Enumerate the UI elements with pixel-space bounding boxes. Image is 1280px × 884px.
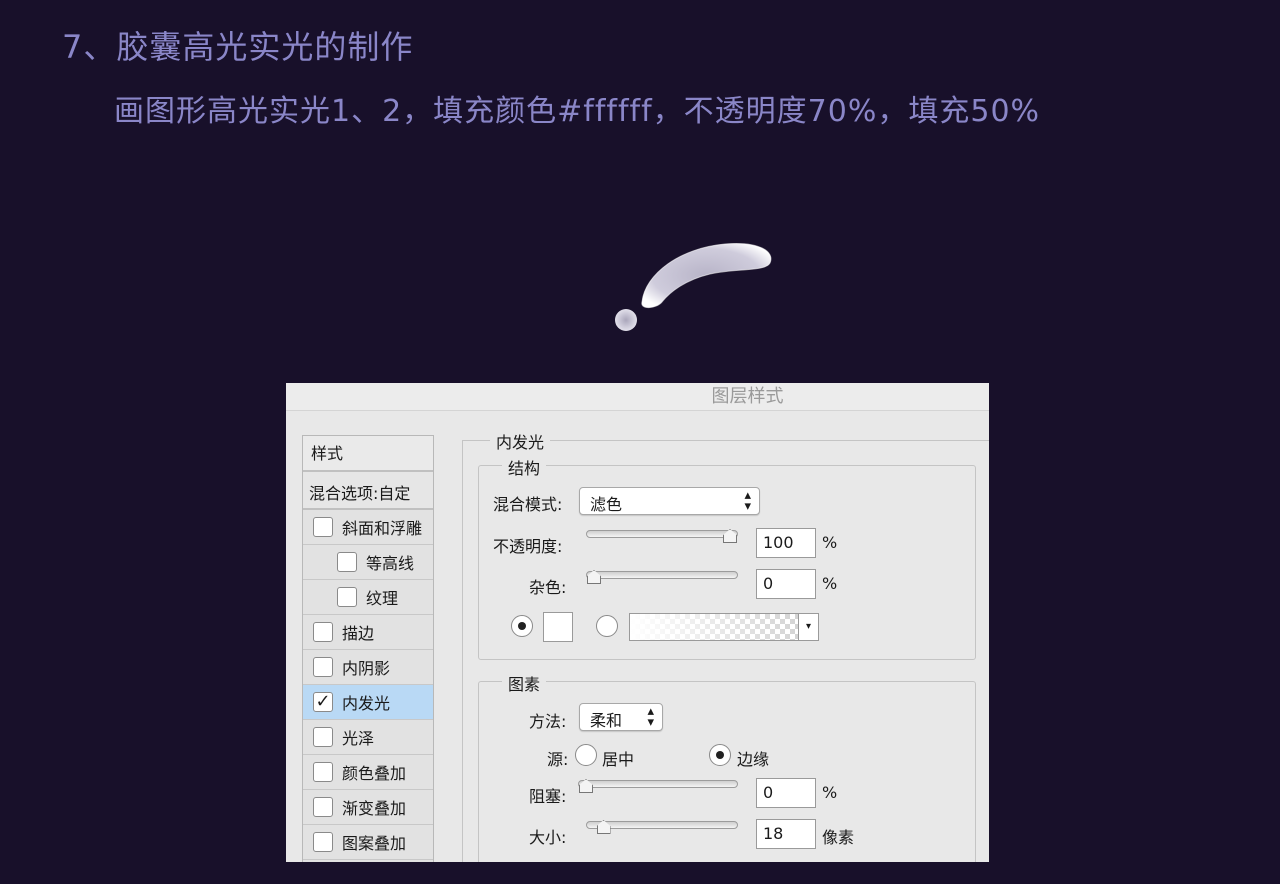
- size-input[interactable]: 18: [756, 819, 816, 849]
- gradient-radio[interactable]: [596, 615, 618, 637]
- style-item[interactable]: 渐变叠加: [303, 790, 433, 825]
- noise-label: 杂色:: [529, 578, 567, 597]
- layer-style-dialog: 图层样式 样式 混合选项:自定 斜面和浮雕等高线纹理描边内阴影 ✓ 内发光光泽颜色叠…: [286, 383, 989, 862]
- checkbox[interactable]: [313, 797, 333, 817]
- style-item-label: 等高线: [366, 554, 415, 573]
- highlight-shape-1: [641, 242, 772, 309]
- size-label: 大小:: [529, 828, 567, 847]
- style-item-label: 光泽: [342, 729, 375, 748]
- checkmark-icon[interactable]: ✓: [313, 692, 333, 712]
- chevron-down-icon[interactable]: ▾: [798, 614, 818, 640]
- updown-arrow-icon: ▴ ▾: [647, 704, 654, 730]
- style-item-label: 图案叠加: [342, 834, 407, 853]
- elements-title: 图素: [502, 671, 547, 695]
- choke-slider-thumb[interactable]: [579, 779, 593, 793]
- checkbox[interactable]: [313, 517, 333, 537]
- blend-options-item[interactable]: 混合选项:自定: [303, 472, 433, 510]
- opacity-input[interactable]: 100: [756, 528, 816, 558]
- checkbox[interactable]: [313, 832, 333, 852]
- blend-mode-label: 混合模式:: [493, 495, 563, 514]
- checkbox[interactable]: [313, 622, 333, 642]
- checkbox[interactable]: [337, 552, 357, 572]
- dialog-title: 图层样式: [286, 383, 989, 411]
- source-label: 源:: [547, 750, 569, 769]
- style-item-label: 渐变叠加: [342, 799, 407, 818]
- choke-label: 阻塞:: [529, 787, 567, 806]
- noise-slider[interactable]: [586, 570, 738, 584]
- updown-arrow-icon: ▴ ▾: [744, 488, 751, 514]
- style-item-label: 内阴影: [342, 659, 391, 678]
- method-value: 柔和: [590, 711, 623, 730]
- checkbox[interactable]: [313, 657, 333, 677]
- method-label: 方法:: [529, 712, 567, 731]
- step-title: 7、胶囊高光实光的制作: [62, 28, 414, 66]
- style-list: 样式 混合选项:自定 斜面和浮雕等高线纹理描边内阴影 ✓ 内发光光泽颜色叠加渐变叠加…: [302, 435, 434, 862]
- highlight-shape-2: [615, 309, 637, 331]
- panel-title: 内发光: [490, 429, 551, 453]
- source-edge-radio[interactable]: [709, 744, 731, 766]
- choke-slider[interactable]: [578, 779, 738, 793]
- style-item-label: 内发光: [342, 694, 391, 713]
- noise-slider-thumb[interactable]: [587, 570, 601, 584]
- checkbox[interactable]: [313, 727, 333, 747]
- size-slider[interactable]: [586, 820, 738, 834]
- size-slider-thumb[interactable]: [596, 820, 611, 834]
- noise-input[interactable]: 0: [756, 569, 816, 599]
- choke-input[interactable]: 0: [756, 778, 816, 808]
- method-select[interactable]: 柔和 ▴ ▾: [579, 703, 663, 731]
- style-item[interactable]: 光泽: [303, 720, 433, 755]
- checkbox[interactable]: [337, 587, 357, 607]
- choke-unit: %: [822, 783, 838, 802]
- blend-mode-value: 滤色: [590, 495, 623, 514]
- opacity-label: 不透明度:: [493, 537, 563, 556]
- style-item[interactable]: 斜面和浮雕: [303, 510, 433, 545]
- style-item-label: 颜色叠加: [342, 764, 407, 783]
- source-edge-label: 边缘: [737, 750, 770, 769]
- glow-color-swatch[interactable]: [543, 612, 573, 642]
- source-center-label: 居中: [602, 750, 635, 769]
- size-unit: 像素: [822, 828, 855, 847]
- checkbox[interactable]: [313, 762, 333, 782]
- style-item[interactable]: 颜色叠加: [303, 755, 433, 790]
- solid-color-radio[interactable]: [511, 615, 533, 637]
- noise-unit: %: [822, 574, 838, 593]
- style-item-label: 纹理: [366, 589, 399, 608]
- style-item-label: 描边: [342, 624, 375, 643]
- instruction-text: 画图形高光实光1、2，填充颜色#ffffff，不透明度70%，填充50%: [114, 94, 1041, 129]
- style-item[interactable]: 描边: [303, 615, 433, 650]
- highlight-shapes-illustration: [615, 242, 772, 331]
- gradient-picker[interactable]: ▾: [629, 613, 819, 641]
- style-list-header[interactable]: 样式: [303, 436, 433, 472]
- style-item[interactable]: 纹理: [303, 580, 433, 615]
- opacity-unit: %: [822, 533, 838, 552]
- blend-mode-select[interactable]: 滤色 ▴ ▾: [579, 487, 760, 515]
- style-item-label: 斜面和浮雕: [342, 519, 423, 538]
- source-center-radio[interactable]: [575, 744, 597, 766]
- style-item[interactable]: 内阴影: [303, 650, 433, 685]
- style-item[interactable]: ✓ 内发光: [303, 685, 433, 720]
- style-item[interactable]: 等高线: [303, 545, 433, 580]
- opacity-slider[interactable]: [586, 529, 738, 543]
- style-item[interactable]: 图案叠加: [303, 825, 433, 860]
- structure-title: 结构: [502, 455, 547, 479]
- opacity-slider-thumb[interactable]: [723, 529, 737, 543]
